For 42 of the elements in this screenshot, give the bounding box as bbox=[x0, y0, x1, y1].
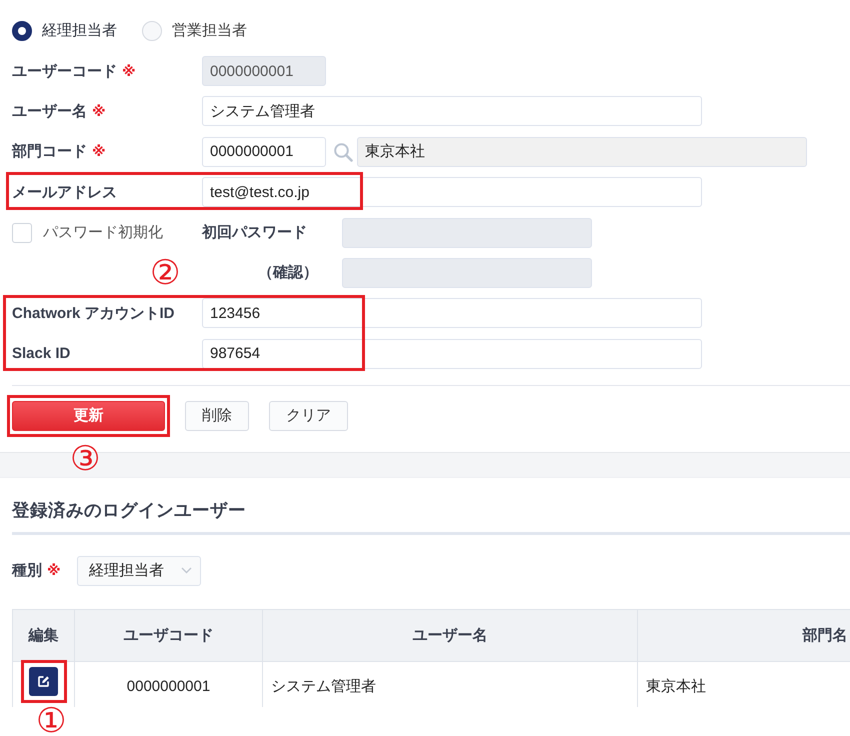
column-header: ユーザコード bbox=[74, 609, 262, 662]
input-field[interactable]: 123456 bbox=[202, 298, 702, 328]
radio-button[interactable] bbox=[12, 21, 32, 41]
chevron-down-icon bbox=[181, 567, 192, 574]
required-mark: ※ bbox=[122, 62, 136, 80]
input-field[interactable]: 0000000001 bbox=[202, 136, 326, 167]
update-button[interactable]: 更新 bbox=[12, 400, 165, 431]
action-button[interactable]: クリア bbox=[269, 400, 348, 431]
checkbox-label[interactable]: パスワード初期化 bbox=[43, 223, 163, 242]
input-field[interactable]: システム管理者 bbox=[202, 96, 702, 126]
field-label: ユーザーコード bbox=[12, 62, 117, 80]
column-header: 編集 bbox=[12, 609, 74, 662]
action-button[interactable]: 削除 bbox=[185, 400, 249, 431]
column-header: 部門名 bbox=[638, 609, 850, 662]
field-label: メールアドレス bbox=[12, 182, 117, 202]
field-label: Slack ID bbox=[12, 345, 70, 362]
field-label: ユーザー名 bbox=[12, 102, 87, 121]
edit-icon bbox=[37, 674, 50, 688]
edit-button[interactable] bbox=[29, 666, 58, 696]
table-cell: 東京本社 bbox=[638, 661, 850, 708]
checkbox[interactable] bbox=[12, 222, 32, 243]
radio-label[interactable]: 営業担当者 bbox=[172, 21, 247, 41]
search-icon[interactable] bbox=[333, 142, 353, 162]
field-label: 部門コード bbox=[12, 142, 87, 162]
required-mark: ※ bbox=[92, 143, 106, 160]
callout-number: ① bbox=[36, 704, 66, 736]
input-field[interactable]: 987654 bbox=[202, 338, 702, 369]
column-header: ユーザー名 bbox=[262, 609, 638, 662]
table-cell: システム管理者 bbox=[262, 661, 638, 708]
field-label: 初回パスワード bbox=[202, 223, 307, 242]
required-mark: ※ bbox=[47, 562, 61, 580]
callout-number: ② bbox=[150, 256, 180, 290]
table-cell: 0000000001 bbox=[74, 661, 262, 708]
required-mark: ※ bbox=[92, 102, 106, 120]
radio-label[interactable]: 経理担当者 bbox=[42, 21, 117, 41]
field-label: Chatwork アカウントID bbox=[12, 304, 175, 323]
section-title: 登録済みのログインユーザー bbox=[12, 498, 246, 521]
field-label: 種別 bbox=[12, 561, 42, 580]
callout-number: ③ bbox=[70, 442, 100, 476]
type-select[interactable]: 経理担当者 bbox=[77, 556, 201, 586]
field-label: （確認） bbox=[258, 263, 318, 282]
input-field[interactable]: test@test.co.jp bbox=[202, 177, 702, 208]
